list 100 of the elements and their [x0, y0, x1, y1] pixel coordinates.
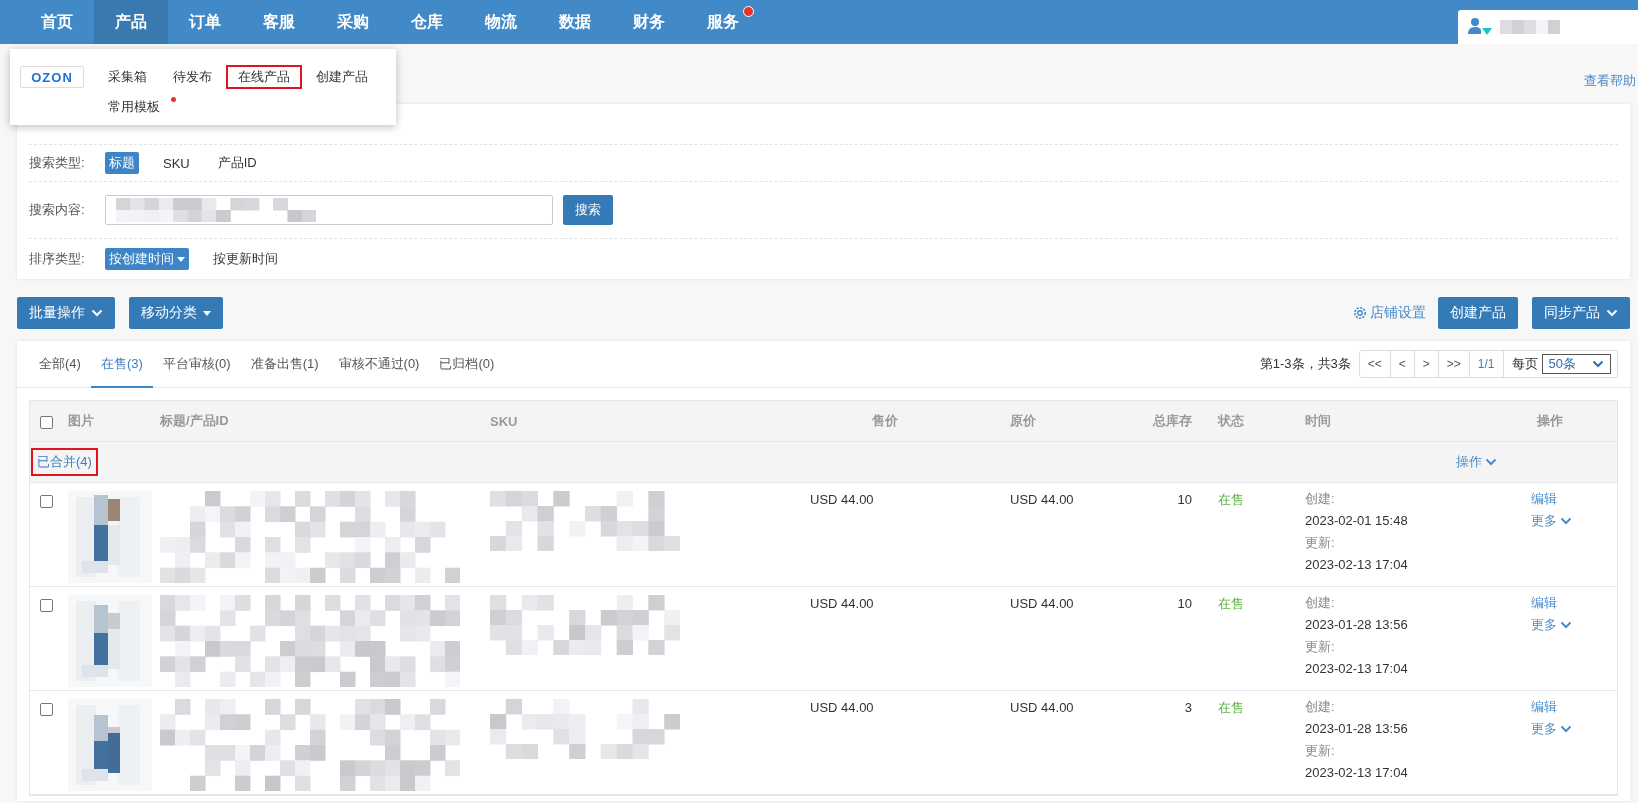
menu-item[interactable]: 创建产品	[304, 65, 380, 89]
price-text: USD 44.00	[1010, 700, 1074, 715]
blurred-text	[1500, 20, 1560, 34]
nav-item[interactable]: 服务	[686, 0, 760, 44]
settings-icon	[1353, 306, 1367, 320]
nav-item[interactable]: 仓库	[390, 0, 464, 44]
edit-link[interactable]: 编辑	[1531, 592, 1557, 614]
column-header: 时间	[1305, 413, 1331, 428]
group-action-link[interactable]: 操作	[1456, 453, 1497, 471]
status-tab[interactable]: 全部(4)	[29, 341, 91, 388]
column-header: 总库存	[1153, 413, 1192, 428]
timestamp: 2023-02-13 17:04	[1305, 556, 1408, 574]
link-text: 店铺设置	[1370, 304, 1426, 322]
store-settings-link[interactable]: 店铺设置	[1353, 304, 1426, 322]
action-button[interactable]: 同步产品	[1532, 297, 1630, 329]
menu-item[interactable]: 待发布	[161, 65, 224, 89]
column-header: 标题/产品ID	[160, 413, 229, 428]
status-tab[interactable]: 在售(3)	[90, 341, 153, 388]
nav-item[interactable]: 数据	[538, 0, 612, 44]
merged-group-link[interactable]: 已合并(4)	[31, 448, 98, 476]
more-link[interactable]: 更多	[1531, 614, 1572, 636]
action-button[interactable]: 创建产品	[1438, 297, 1518, 329]
status-text: 在售	[1218, 596, 1244, 611]
chevron-down-icon	[1560, 725, 1572, 733]
nav-item[interactable]: 产品	[94, 0, 168, 44]
action-button[interactable]: 批量操作	[17, 297, 115, 329]
notification-dot	[743, 6, 754, 17]
timestamp: 2023-02-13 17:04	[1305, 764, 1408, 782]
nav-item[interactable]: 物流	[464, 0, 538, 44]
page-indicator: 1/1	[1469, 351, 1504, 377]
ozon-logo: OZON	[20, 66, 84, 88]
column-header: SKU	[490, 413, 518, 429]
price-text: USD 44.00	[1010, 596, 1074, 611]
nav-item[interactable]: 财务	[612, 0, 686, 44]
page-button[interactable]: <	[1390, 351, 1415, 377]
row-checkbox[interactable]	[40, 703, 53, 717]
chevron-down-icon	[1560, 621, 1572, 629]
per-page-label: 每页	[1510, 355, 1539, 373]
page-button[interactable]: >	[1414, 351, 1439, 377]
more-link[interactable]: 更多	[1531, 718, 1572, 740]
timestamp: 2023-01-28 13:56	[1305, 616, 1408, 634]
filter-option[interactable]: 标题	[105, 152, 139, 174]
caret-down-icon	[203, 310, 211, 316]
status-text: 在售	[1218, 492, 1244, 507]
filter-option[interactable]: 按创建时间	[105, 248, 189, 270]
column-header: 状态	[1218, 413, 1244, 428]
search-field[interactable]	[105, 195, 553, 225]
timestamp: 2023-02-13 17:04	[1305, 660, 1408, 678]
edit-link[interactable]: 编辑	[1531, 696, 1557, 718]
status-tab[interactable]: 已归档(0)	[429, 341, 505, 388]
user-icon	[1468, 17, 1494, 37]
more-link[interactable]: 更多	[1531, 510, 1572, 532]
time-label: 创建:	[1305, 698, 1335, 716]
chevron-down-icon	[1485, 458, 1497, 466]
user-panel[interactable]	[1458, 10, 1638, 44]
price-text: USD 44.00	[810, 596, 874, 611]
page-button[interactable]: >>	[1438, 351, 1470, 377]
nav-item[interactable]: 采购	[316, 0, 390, 44]
filter-option[interactable]: 产品ID	[213, 152, 261, 174]
status-tab[interactable]: 审核不通过(0)	[328, 341, 430, 388]
help-link[interactable]: 查看帮助	[1584, 72, 1636, 90]
timestamp: 2023-01-28 13:56	[1305, 720, 1408, 738]
per-page-select[interactable]: 50条	[1541, 354, 1611, 374]
price-text: USD 44.00	[810, 492, 874, 507]
column-header: 售价	[872, 413, 898, 428]
status-tab[interactable]: 平台审核(0)	[152, 341, 241, 388]
select-all-checkbox[interactable]	[40, 415, 53, 429]
chevron-down-icon	[1606, 309, 1618, 317]
status-tab[interactable]: 准备出售(1)	[240, 341, 329, 388]
time-label: 更新:	[1305, 638, 1335, 656]
chevron-down-icon	[91, 309, 103, 317]
row-checkbox[interactable]	[40, 495, 53, 509]
time-label: 创建:	[1305, 594, 1335, 612]
page-button[interactable]: <<	[1359, 351, 1391, 377]
filter-option[interactable]: SKU	[159, 153, 194, 173]
filter-label: 搜索类型:	[29, 154, 86, 172]
price-text: USD 44.00	[810, 700, 874, 715]
search-button[interactable]: 搜索	[563, 195, 613, 225]
price-text: USD 44.00	[1010, 492, 1074, 507]
nav-item[interactable]: 客服	[242, 0, 316, 44]
filter-option[interactable]: 按更新时间	[209, 248, 282, 270]
menu-item[interactable]: 在线产品	[226, 65, 302, 89]
time-label: 创建:	[1305, 490, 1335, 508]
stock-count: 10	[1177, 492, 1192, 507]
menu-item[interactable]: 常用模板	[96, 95, 172, 119]
column-header: 原价	[1010, 413, 1036, 428]
nav-item[interactable]: 订单	[168, 0, 242, 44]
action-button[interactable]: 移动分类	[129, 297, 223, 329]
nav-item[interactable]: 首页	[20, 0, 94, 44]
stock-count: 3	[1184, 700, 1192, 715]
row-checkbox[interactable]	[40, 599, 53, 613]
chevron-down-icon	[1560, 517, 1572, 525]
time-label: 更新:	[1305, 534, 1335, 552]
column-header: 操作	[1537, 413, 1563, 428]
menu-item[interactable]: 采集箱	[96, 65, 159, 89]
edit-link[interactable]: 编辑	[1531, 488, 1557, 510]
status-text: 在售	[1218, 700, 1244, 715]
stock-count: 10	[1177, 596, 1192, 611]
select-value: 50条	[1548, 355, 1576, 373]
page-summary: 第1-3条，共3条	[1259, 355, 1351, 373]
